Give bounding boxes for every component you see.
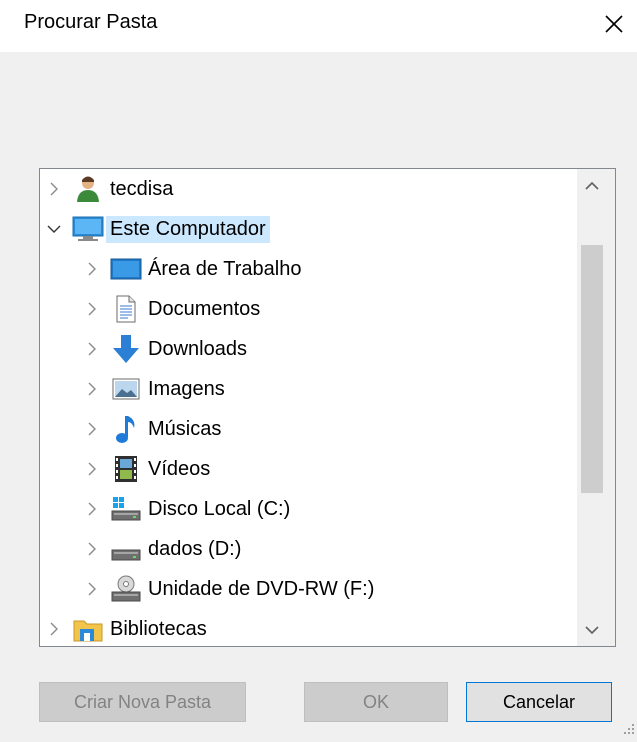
close-icon bbox=[605, 15, 623, 33]
chevron-right-icon[interactable] bbox=[46, 621, 62, 637]
tree-item-label: Este Computador bbox=[106, 215, 270, 243]
close-button[interactable] bbox=[594, 4, 634, 44]
libraries-icon bbox=[72, 613, 104, 645]
tree-item-este-computador[interactable]: Este Computador bbox=[46, 209, 586, 249]
tree-item-dados-d[interactable]: dados (D:) bbox=[84, 529, 615, 569]
tree-item-label: tecdisa bbox=[110, 177, 174, 200]
scroll-up-button[interactable] bbox=[577, 171, 607, 201]
tree-item-label: Disco Local (C:) bbox=[148, 497, 291, 520]
tree-item-label: Downloads bbox=[148, 337, 247, 360]
ok-button[interactable]: OK bbox=[304, 682, 448, 722]
chevron-right-icon[interactable] bbox=[84, 301, 100, 317]
scroll-thumb[interactable] bbox=[581, 245, 603, 493]
drive-icon bbox=[110, 533, 142, 565]
title-bar: Procurar Pasta bbox=[0, 0, 637, 52]
cancel-button[interactable]: Cancelar bbox=[466, 682, 612, 722]
window-title: Procurar Pasta bbox=[24, 11, 158, 33]
user-folder-icon bbox=[72, 173, 104, 205]
tree-item-downloads[interactable]: Downloads bbox=[84, 329, 615, 369]
tree-item-musicas[interactable]: Músicas bbox=[84, 409, 615, 449]
folder-tree[interactable]: tecdisa Este Computador Área de Trabalho… bbox=[39, 168, 616, 647]
tree-item-imagens[interactable]: Imagens bbox=[84, 369, 615, 409]
tree-item-tecdisa[interactable]: tecdisa bbox=[46, 169, 586, 209]
chevron-right-icon[interactable] bbox=[46, 181, 62, 197]
tree-item-label: Bibliotecas bbox=[110, 617, 207, 640]
chevron-down-icon[interactable] bbox=[46, 221, 62, 237]
chevron-up-icon bbox=[585, 181, 599, 190]
chevron-down-icon bbox=[585, 626, 599, 635]
videos-icon bbox=[110, 453, 142, 485]
tree-item-label: Área de Trabalho bbox=[148, 257, 302, 280]
music-icon bbox=[110, 413, 142, 445]
tree-item-area-de-trabalho[interactable]: Área de Trabalho bbox=[84, 249, 615, 289]
chevron-right-icon[interactable] bbox=[84, 341, 100, 357]
pictures-icon bbox=[110, 373, 142, 405]
tree-item-documentos[interactable]: Documentos bbox=[84, 289, 615, 329]
chevron-right-icon[interactable] bbox=[84, 501, 100, 517]
desktop-folder-icon bbox=[110, 253, 142, 285]
chevron-right-icon[interactable] bbox=[84, 381, 100, 397]
tree-item-label: Imagens bbox=[148, 377, 225, 400]
tree-item-dvd-rw-f[interactable]: Unidade de DVD-RW (F:) bbox=[84, 569, 615, 609]
windows-drive-icon bbox=[110, 493, 142, 525]
chevron-right-icon[interactable] bbox=[84, 541, 100, 557]
tree-item-disco-local-c[interactable]: Disco Local (C:) bbox=[84, 489, 615, 529]
chevron-right-icon[interactable] bbox=[84, 581, 100, 597]
tree-item-label: Unidade de DVD-RW (F:) bbox=[148, 577, 375, 600]
documents-icon bbox=[110, 293, 142, 325]
tree-item-label: Vídeos bbox=[148, 457, 211, 480]
tree-scrollbar[interactable] bbox=[577, 169, 615, 646]
chevron-right-icon[interactable] bbox=[84, 261, 100, 277]
tree-item-label: Documentos bbox=[148, 297, 261, 320]
tree-item-label: Músicas bbox=[148, 417, 222, 440]
chevron-right-icon[interactable] bbox=[84, 461, 100, 477]
tree-item-bibliotecas[interactable]: Bibliotecas bbox=[46, 609, 586, 646]
scroll-down-button[interactable] bbox=[577, 615, 607, 645]
computer-icon bbox=[72, 213, 104, 245]
tree-item-label: dados (D:) bbox=[148, 537, 242, 560]
dvd-drive-icon bbox=[110, 573, 142, 605]
chevron-right-icon[interactable] bbox=[84, 421, 100, 437]
resize-grip-icon[interactable] bbox=[623, 722, 635, 740]
tree-item-videos[interactable]: Vídeos bbox=[84, 449, 615, 489]
downloads-icon bbox=[110, 333, 142, 365]
new-folder-button[interactable]: Criar Nova Pasta bbox=[39, 682, 246, 722]
